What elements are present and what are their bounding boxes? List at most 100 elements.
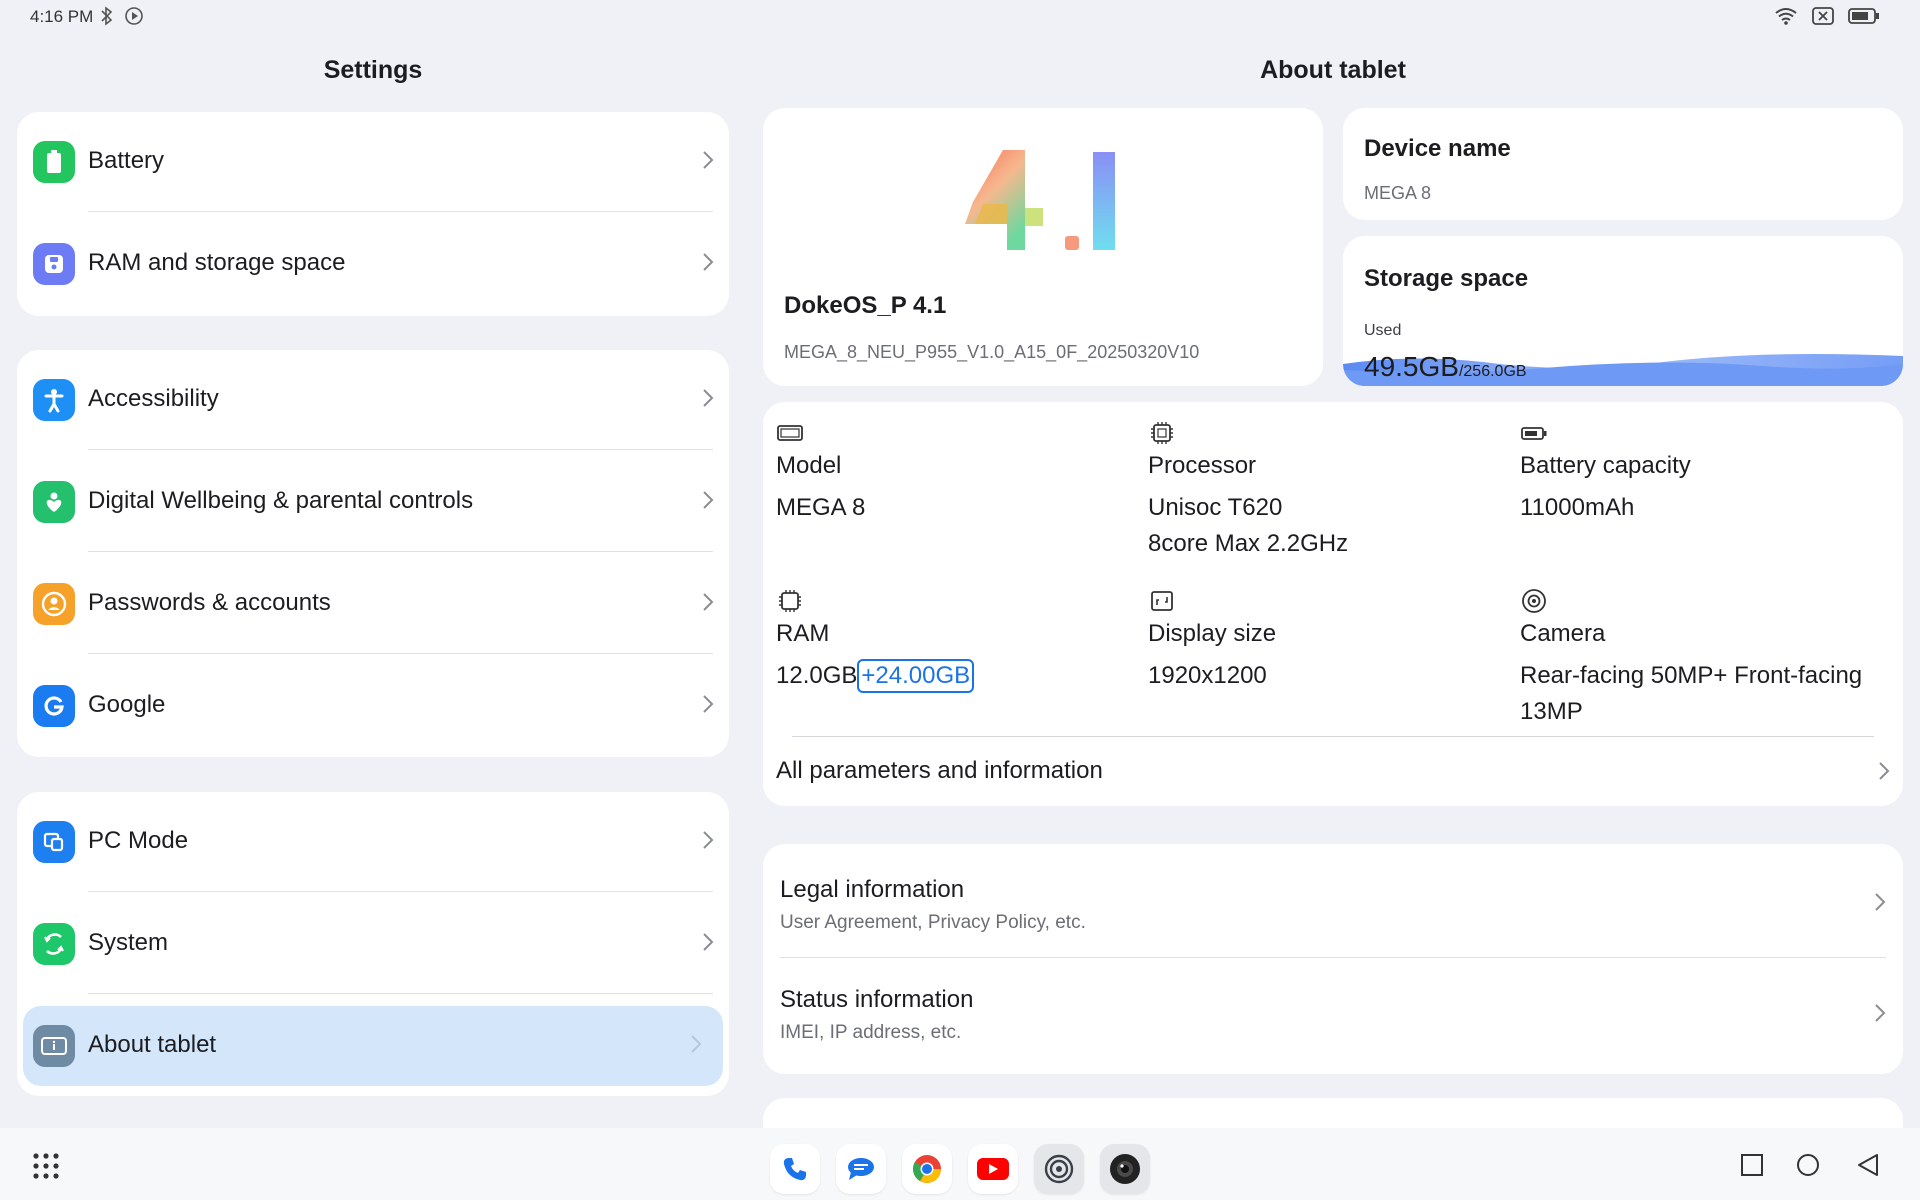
all-parameters-row[interactable]: All parameters and information (763, 737, 1903, 806)
menu-item-system[interactable]: System (17, 894, 729, 994)
accessibility-icon (33, 379, 75, 421)
account-icon (33, 583, 75, 625)
app-drawer-icon[interactable] (32, 1152, 60, 1180)
spec-label: Processor (1148, 452, 1257, 479)
ram-value: 12.0GB (776, 662, 858, 689)
camera-value-line2: 13MP (1520, 698, 1583, 725)
status-bar: 4:16 PM (0, 0, 1920, 36)
os-version-card[interactable]: DokeOS_P 4.1 MEGA_8_NEU_P955_V1.0_A15_0F… (763, 108, 1323, 386)
spec-camera: Camera Rear-facing 50MP+ Front-facing 13M… (1520, 588, 1890, 730)
status-information-row[interactable]: Status information IMEI, IP address, etc… (763, 959, 1903, 1069)
info-icon (33, 1025, 75, 1067)
battery-status-icon (1848, 8, 1879, 24)
status-time: 4:16 PM (30, 7, 94, 26)
spec-value: MEGA 8 (776, 494, 866, 521)
legal-information-subtitle: User Agreement, Privacy Policy, etc. (780, 912, 1086, 933)
storage-total: /256.0GB (1458, 363, 1527, 380)
storage-card[interactable]: Storage space Used 49.5GB/256.0GB (1343, 236, 1903, 386)
chevron-right-icon (1875, 893, 1886, 911)
menu-item-battery[interactable]: Battery (17, 112, 729, 212)
battery-outline-icon (1521, 427, 1547, 440)
spec-label: RAM (776, 620, 830, 647)
spec-label: Battery capacity (1520, 452, 1691, 479)
os-logo (965, 150, 1115, 250)
camera-lens-icon (1522, 589, 1546, 613)
divider (780, 957, 1886, 958)
battery-icon (33, 141, 75, 183)
status-information-title: Status information (780, 986, 974, 1013)
google-icon (33, 685, 75, 727)
chevron-right-icon (1879, 762, 1890, 780)
youtube-app-icon[interactable] (968, 1144, 1018, 1194)
system-icon (33, 923, 75, 965)
spec-value: 1920x1200 (1148, 662, 1267, 689)
divider (88, 891, 713, 892)
chevron-right-icon (1875, 1004, 1886, 1022)
settings-group-1: Battery RAM and storage space (17, 112, 729, 316)
chevron-right-icon (703, 389, 714, 407)
storage-used-label: Used (1364, 322, 1402, 339)
menu-item-passwords-accounts[interactable]: Passwords & accounts (17, 554, 729, 654)
os-build-number: MEGA_8_NEU_P955_V1.0_A15_0F_20250320V10 (784, 342, 1200, 362)
spec-value: 11000mAh (1520, 494, 1635, 521)
legal-information-title: Legal information (780, 876, 965, 903)
chrome-app-icon[interactable] (902, 1144, 952, 1194)
play-circle-icon (125, 7, 143, 25)
chevron-right-icon (703, 151, 714, 169)
menu-item-google[interactable]: Google (17, 656, 729, 756)
menu-label: System (88, 929, 169, 956)
navigation-bar (0, 1128, 1920, 1200)
back-button[interactable] (1856, 1152, 1880, 1178)
device-name-value: MEGA 8 (1364, 183, 1432, 203)
phone-app-icon[interactable] (770, 1144, 820, 1194)
spec-label: Model (776, 452, 842, 479)
spec-processor: Processor Unisoc T620 8core Max 2.2GHz (1148, 420, 1348, 562)
divider (88, 551, 713, 552)
menu-item-about-tablet[interactable]: About tablet (23, 1006, 723, 1086)
ram-extension-badge[interactable]: +24.00GB (857, 659, 975, 693)
menu-item-pc-mode[interactable]: PC Mode (17, 792, 729, 892)
storage-used: 49.5GB (1364, 351, 1459, 382)
spec-ram: RAM 12.0GB +24.00GB (776, 588, 975, 694)
tablet-icon (777, 425, 803, 441)
menu-label: Google (88, 691, 166, 718)
menu-label: Battery (88, 147, 165, 174)
chevron-right-icon (703, 695, 714, 713)
about-tablet-title: About tablet (1260, 56, 1406, 84)
specs-card: Model MEGA 8 Processor Unisoc T620 8core … (763, 402, 1903, 806)
sim-x-icon (1812, 7, 1834, 25)
legal-information-row[interactable]: Legal information User Agreement, Privac… (763, 844, 1903, 958)
chevron-right-icon (703, 593, 714, 611)
chip-icon (1151, 422, 1173, 444)
chevron-right-icon (703, 253, 714, 271)
menu-label: Digital Wellbeing & parental controls (88, 487, 474, 514)
spec-value: Rear-facing 50MP+ Front-facing 13MP (1520, 658, 1890, 730)
memory-icon (779, 590, 801, 612)
display-size-icon (1151, 591, 1173, 611)
spec-model: Model MEGA 8 (776, 420, 865, 526)
info-links-card: Legal information User Agreement, Privac… (763, 844, 1903, 1074)
processor-detail: 8core Max 2.2GHz (1148, 530, 1349, 557)
all-parameters-label: All parameters and information (776, 757, 1103, 784)
divider (88, 653, 713, 654)
messages-app-icon[interactable] (836, 1144, 886, 1194)
home-button[interactable] (1796, 1153, 1820, 1177)
divider (88, 211, 713, 212)
spec-display: Display size 1920x1200 (1148, 588, 1276, 694)
processor-name: Unisoc T620 (1148, 494, 1283, 521)
storage-used-value: 49.5GB/256.0GB (1364, 351, 1527, 383)
storage-title: Storage space (1364, 265, 1529, 292)
menu-item-accessibility[interactable]: Accessibility (17, 350, 729, 450)
menu-item-ram-storage[interactable]: RAM and storage space (17, 214, 729, 314)
spec-battery: Battery capacity 11000mAh (1520, 420, 1691, 526)
spec-label: Display size (1148, 620, 1277, 647)
settings-app-icon[interactable] (1034, 1144, 1084, 1194)
settings-title: Settings (323, 56, 423, 84)
device-name-card[interactable]: Device name MEGA 8 (1343, 108, 1903, 220)
storage-icon (33, 243, 75, 285)
menu-label: PC Mode (88, 827, 189, 854)
camera-app-icon[interactable] (1100, 1144, 1150, 1194)
menu-item-digital-wellbeing[interactable]: Digital Wellbeing & parental controls (17, 452, 729, 552)
recents-button[interactable] (1740, 1153, 1764, 1177)
app-dock (770, 1144, 1150, 1194)
